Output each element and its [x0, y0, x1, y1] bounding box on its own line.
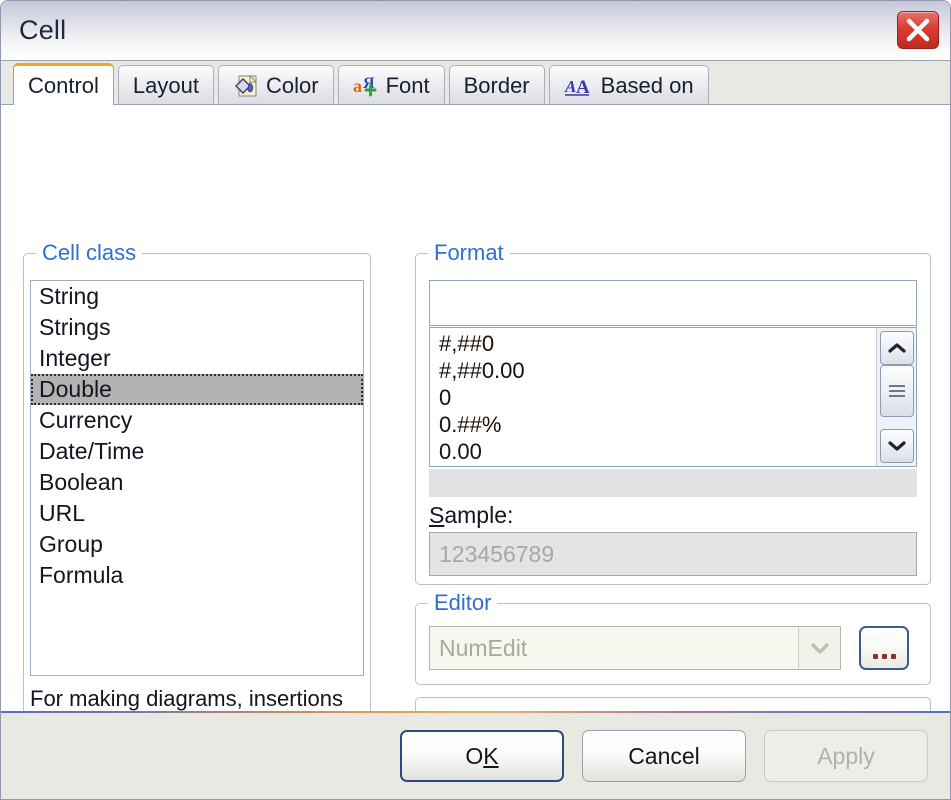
list-item[interactable]: Date/Time — [31, 436, 363, 467]
tab-based-on[interactable]: A A Based on — [548, 65, 709, 105]
ok-button[interactable]: OK — [400, 730, 564, 782]
editor-group: Editor NumEdit — [415, 590, 931, 685]
dialog-button-bar: OK Cancel Apply — [1, 713, 950, 799]
window-title: Cell — [19, 15, 67, 45]
editor-browse-button[interactable] — [859, 626, 909, 670]
tab-control-label: Control — [28, 73, 99, 98]
options-group: Spin Formula — [415, 697, 931, 713]
close-button[interactable] — [897, 11, 939, 49]
editor-combobox-value: NumEdit — [439, 634, 528, 661]
tab-layout[interactable]: Layout — [117, 65, 214, 105]
tab-font[interactable]: a Я Font — [337, 65, 445, 105]
cell-class-group-label: Cell class — [36, 240, 143, 266]
svg-text:a: a — [353, 76, 362, 96]
list-item[interactable]: String — [31, 281, 363, 312]
cancel-button[interactable]: Cancel — [582, 730, 746, 782]
close-icon — [906, 18, 930, 42]
title-bar: Cell — [1, 1, 950, 61]
editor-combobox[interactable]: NumEdit — [429, 626, 841, 670]
chevron-up-icon — [888, 343, 906, 353]
list-item[interactable]: Group — [31, 529, 363, 560]
list-item[interactable]: Formula — [31, 560, 363, 591]
format-list-items: #,##0 #,##0.00 0 0.##% 0.00 — [430, 328, 876, 466]
list-item[interactable]: 0.00 — [430, 438, 876, 465]
format-listbox[interactable]: #,##0 #,##0.00 0 0.##% 0.00 — [429, 327, 917, 467]
format-group: Format #,##0 #,##0.00 0 0.##% 0.00 Sampl… — [415, 240, 931, 585]
tab-color-label: Color — [265, 72, 319, 98]
scroll-track[interactable] — [880, 417, 913, 429]
scroll-thumb-grip — [889, 382, 905, 400]
tab-border-label: Border — [463, 72, 530, 98]
scroll-down-button[interactable] — [880, 429, 914, 463]
list-item[interactable]: Currency — [31, 405, 363, 436]
list-item[interactable]: #,##0.00 — [430, 357, 876, 384]
tab-border[interactable]: Border — [448, 65, 545, 105]
tab-strip: Control Layout Color a Я Font Border A A… — [1, 61, 950, 106]
list-item[interactable]: 0 — [430, 384, 876, 411]
list-item[interactable]: URL — [31, 498, 363, 529]
tab-layout-label: Layout — [132, 72, 199, 98]
paint-bucket-icon — [233, 73, 259, 99]
format-input[interactable] — [429, 280, 917, 326]
list-item[interactable]: 0.##% — [430, 411, 876, 438]
tab-control[interactable]: Control — [13, 63, 114, 106]
sample-value-field: 123456789 — [429, 532, 917, 576]
svg-text:A: A — [564, 77, 576, 96]
font-aya-icon: a Я — [353, 73, 379, 99]
cell-class-listbox[interactable]: String Strings Integer Double Currency D… — [30, 280, 364, 676]
cell-class-hint-text: For making diagrams, insertions of the p… — [30, 686, 344, 711]
cell-class-group: Cell class String Strings Integer Double… — [23, 240, 371, 711]
editor-combobox-arrow[interactable] — [798, 627, 840, 669]
tab-font-label: Font — [385, 72, 430, 98]
tab-based-on-label: Based on — [600, 72, 694, 98]
editor-group-label: Editor — [428, 590, 498, 616]
scroll-thumb[interactable] — [880, 365, 914, 417]
chevron-down-icon — [810, 642, 829, 654]
format-group-label: Format — [428, 240, 510, 266]
list-item[interactable]: Integer — [31, 343, 363, 374]
list-item[interactable]: Strings — [31, 312, 363, 343]
format-spacer-strip — [429, 469, 917, 497]
scroll-up-button[interactable] — [880, 331, 914, 365]
ellipsis-icon — [872, 654, 896, 659]
format-list-scrollbar[interactable] — [876, 328, 916, 466]
sample-label: Sample: — [429, 502, 514, 528]
tab-color[interactable]: Color — [217, 65, 334, 105]
list-item[interactable]: Boolean — [31, 467, 363, 498]
tab-page-control: Cell class String Strings Integer Double… — [1, 105, 950, 713]
list-item-selected[interactable]: Double — [31, 374, 363, 405]
apply-button: Apply — [764, 730, 928, 782]
chevron-down-icon — [888, 441, 906, 451]
spin-option-row: Spin — [446, 712, 606, 713]
script-a-icon: A A — [564, 73, 594, 99]
cell-dialog: Cell Control Layout Color a Я Font Borde… — [0, 0, 951, 800]
list-item[interactable]: #,##0 — [430, 330, 876, 357]
